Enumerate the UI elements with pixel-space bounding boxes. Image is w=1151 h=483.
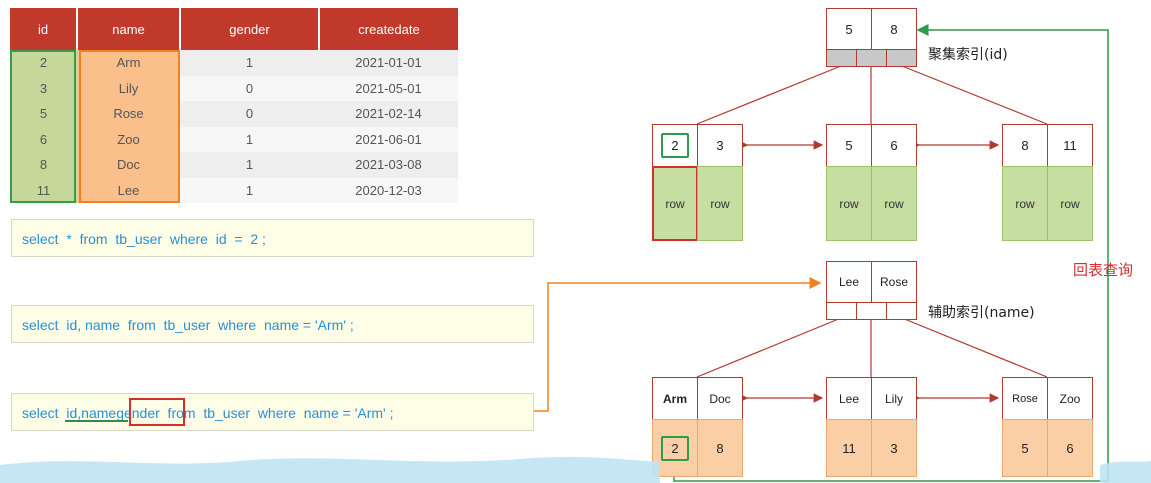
secondary-leaf-key: Rose: [1002, 377, 1048, 420]
clustered-row-data: row: [871, 166, 917, 241]
clustered-leaf-key: 5: [826, 124, 872, 167]
clustered-root-pointer: [826, 49, 857, 67]
clustered-row-data: row: [826, 166, 872, 241]
clustered-root-pointer: [856, 49, 887, 67]
secondary-root-pointer: [826, 302, 857, 320]
clustered-row-data: row: [697, 166, 743, 241]
clustered-root-key: 5: [826, 8, 872, 50]
decorative-wave: [0, 457, 1151, 483]
secondary-index-label: 辅助索引(name): [928, 305, 1035, 321]
clustered-leaf-key: 11: [1047, 124, 1093, 167]
secondary-root-pointer: [856, 302, 887, 320]
secondary-edge-left: [696, 317, 842, 378]
secondary-leaf-key: Arm: [652, 377, 698, 420]
clustered-row-data: row: [1002, 166, 1048, 241]
secondary-leaf-key: Zoo: [1047, 377, 1093, 420]
clustered-index-label: 聚集索引(id): [928, 47, 1008, 63]
secondary-root-key: Rose: [871, 261, 917, 303]
secondary-root-key: Lee: [826, 261, 872, 303]
secondary-edge-right: [901, 317, 1048, 378]
clustered-leaf-key: 2: [652, 124, 698, 167]
clustered-row-data: row: [1047, 166, 1093, 241]
clustered-root-key: 8: [871, 8, 917, 50]
clustered-edge-right: [901, 65, 1048, 125]
connector-lines: [534, 24, 1109, 482]
secondary-leaf-key: Doc: [697, 377, 743, 420]
clustered-edge-left: [696, 65, 842, 125]
clustered-root-pointer: [886, 49, 917, 67]
clustered-row-data: row: [652, 166, 698, 241]
secondary-leaf-key: Lee: [826, 377, 872, 420]
secondary-root-pointer: [886, 302, 917, 320]
clustered-leaf-key: 8: [1002, 124, 1048, 167]
clustered-leaf-key: 3: [697, 124, 743, 167]
clustered-leaf-key: 6: [871, 124, 917, 167]
leaf-key-2-highlight: 2: [661, 133, 689, 158]
secondary-leaf-key: Lily: [871, 377, 917, 420]
lookup-label: 回表查询: [1073, 261, 1134, 279]
